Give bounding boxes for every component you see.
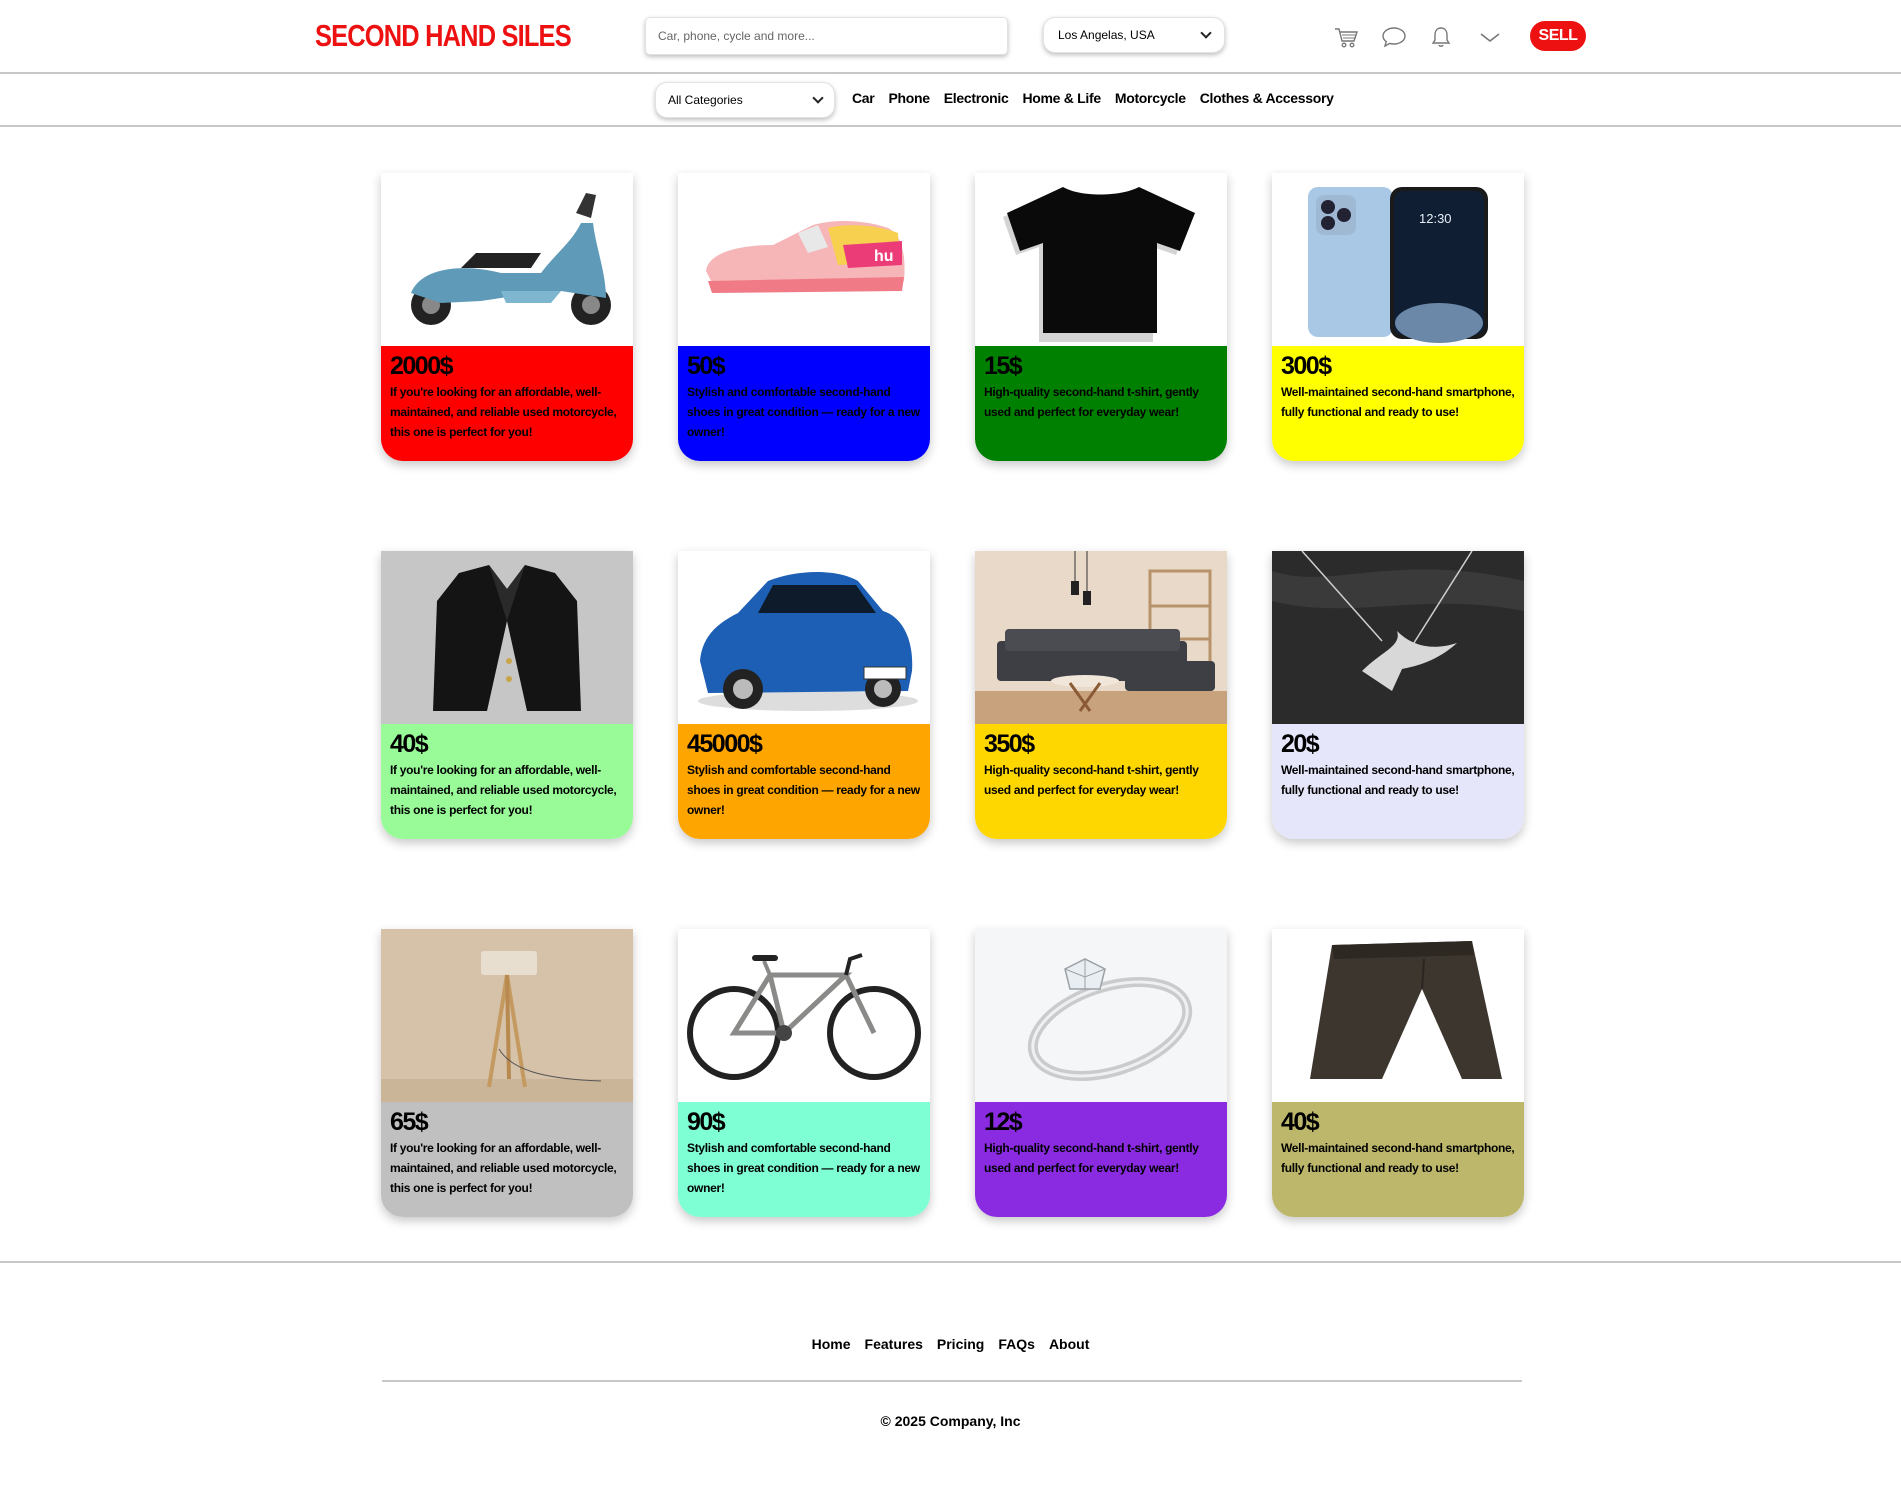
footer-link-features[interactable]: Features [865, 1336, 923, 1352]
product-info: 15$ High-quality second-hand t-shirt, ge… [975, 346, 1227, 461]
product-description: Well-maintained second-hand smartphone, … [1281, 1141, 1515, 1175]
product-description: High-quality second-hand t-shirt, gently… [984, 763, 1199, 797]
site-logo[interactable]: SECOND HAND SILES [315, 18, 572, 54]
footer-separator [382, 1380, 1522, 1382]
product-card[interactable]: 12:30 300$ Well-maintained second-hand s… [1272, 173, 1524, 461]
footer-nav: Home Features Pricing FAQs About [0, 1336, 1901, 1352]
product-info: 12$ High-quality second-hand t-shirt, ge… [975, 1102, 1227, 1217]
product-image-ring [975, 929, 1227, 1102]
svg-text:hu: hu [874, 248, 894, 265]
footer-link-faqs[interactable]: FAQs [998, 1336, 1035, 1352]
product-description: Well-maintained second-hand smartphone, … [1281, 385, 1515, 419]
product-image-necklace [1272, 551, 1524, 724]
product-description: High-quality second-hand t-shirt, gently… [984, 1141, 1199, 1175]
product-info: 65$ If you're looking for an affordable,… [381, 1102, 633, 1217]
product-description: If you're looking for an affordable, wel… [390, 385, 617, 439]
product-price: 15$ [984, 352, 1023, 380]
product-price: 40$ [1281, 1108, 1320, 1136]
product-price: 40$ [390, 730, 429, 758]
chevron-down-icon[interactable] [1477, 25, 1503, 49]
copyright-text: © 2025 Company, Inc [880, 1413, 1021, 1429]
category-link-home-life[interactable]: Home & Life [1022, 90, 1101, 106]
product-card[interactable]: 45000$ Stylish and comfortable second-ha… [678, 551, 930, 839]
product-image-blazer [381, 551, 633, 724]
product-card[interactable]: 90$ Stylish and comfortable second-hand … [678, 929, 930, 1217]
product-card[interactable]: 40$ If you're looking for an affordable,… [381, 551, 633, 839]
category-link-electronic[interactable]: Electronic [944, 90, 1009, 106]
category-link-car[interactable]: Car [852, 90, 875, 106]
product-card[interactable]: 65$ If you're looking for an affordable,… [381, 929, 633, 1217]
product-price: 50$ [687, 352, 726, 380]
product-price: 350$ [984, 730, 1035, 758]
product-price: 2000$ [390, 352, 454, 380]
footer-divider [0, 1261, 1901, 1263]
category-select[interactable]: All Categories [655, 82, 835, 118]
sell-button[interactable]: SELL [1530, 21, 1586, 51]
product-image-sneaker: hu [678, 173, 930, 346]
location-select[interactable]: Los Angelas, USA [1043, 17, 1225, 53]
product-card[interactable]: 2000$ If you're looking for an affordabl… [381, 173, 633, 461]
product-description: Well-maintained second-hand smartphone, … [1281, 763, 1515, 797]
product-image-car [678, 551, 930, 724]
product-info: 45000$ Stylish and comfortable second-ha… [678, 724, 930, 839]
footer-link-home[interactable]: Home [812, 1336, 851, 1352]
product-image-scooter [381, 173, 633, 346]
product-info: 2000$ If you're looking for an affordabl… [381, 346, 633, 461]
category-links: Car Phone Electronic Home & Life Motorcy… [852, 90, 1334, 106]
chevron-down-icon [1200, 27, 1212, 39]
product-price: 90$ [687, 1108, 726, 1136]
product-price: 300$ [1281, 352, 1332, 380]
footer-link-about[interactable]: About [1049, 1336, 1089, 1352]
product-card[interactable]: 40$ Well-maintained second-hand smartpho… [1272, 929, 1524, 1217]
product-card[interactable]: 20$ Well-maintained second-hand smartpho… [1272, 551, 1524, 839]
product-info: 300$ Well-maintained second-hand smartph… [1272, 346, 1524, 461]
product-info: 20$ Well-maintained second-hand smartpho… [1272, 724, 1524, 839]
product-info: 350$ High-quality second-hand t-shirt, g… [975, 724, 1227, 839]
product-price: 12$ [984, 1108, 1023, 1136]
product-info: 40$ If you're looking for an affordable,… [381, 724, 633, 839]
bell-icon[interactable] [1428, 25, 1454, 49]
svg-text:12:30: 12:30 [1419, 211, 1452, 226]
footer-link-pricing[interactable]: Pricing [937, 1336, 984, 1352]
product-price: 45000$ [687, 730, 763, 758]
category-select-value: All Categories [668, 93, 743, 107]
product-card[interactable]: 350$ High-quality second-hand t-shirt, g… [975, 551, 1227, 839]
product-price: 65$ [390, 1108, 429, 1136]
cart-icon[interactable] [1333, 25, 1359, 49]
product-card[interactable]: 12$ High-quality second-hand t-shirt, ge… [975, 929, 1227, 1217]
product-info: 40$ Well-maintained second-hand smartpho… [1272, 1102, 1524, 1217]
product-description: If you're looking for an affordable, wel… [390, 1141, 617, 1195]
category-link-motorcycle[interactable]: Motorcycle [1115, 90, 1186, 106]
product-price: 20$ [1281, 730, 1320, 758]
category-link-clothes[interactable]: Clothes & Accessory [1200, 90, 1334, 106]
chevron-down-icon [812, 92, 824, 104]
product-image-t-shirt [975, 173, 1227, 346]
product-description: High-quality second-hand t-shirt, gently… [984, 385, 1199, 419]
product-card[interactable]: hu 50$ Stylish and comfortable second-ha… [678, 173, 930, 461]
product-description: Stylish and comfortable second-hand shoe… [687, 1141, 920, 1195]
product-image-bicycle [678, 929, 930, 1102]
product-info: 50$ Stylish and comfortable second-hand … [678, 346, 930, 461]
product-description: If you're looking for an affordable, wel… [390, 763, 617, 817]
product-info: 90$ Stylish and comfortable second-hand … [678, 1102, 930, 1217]
product-image-smartphone: 12:30 [1272, 173, 1524, 346]
product-description: Stylish and comfortable second-hand shoe… [687, 385, 920, 439]
product-image-pants [1272, 929, 1524, 1102]
search-input[interactable] [645, 17, 1008, 55]
chat-icon[interactable] [1381, 25, 1407, 49]
product-image-floor-lamp [381, 929, 633, 1102]
product-description: Stylish and comfortable second-hand shoe… [687, 763, 920, 817]
category-bar: All Categories Car Phone Electronic Home… [0, 74, 1901, 127]
category-link-phone[interactable]: Phone [888, 90, 930, 106]
location-value: Los Angelas, USA [1058, 28, 1155, 42]
product-image-sofa [975, 551, 1227, 724]
product-card[interactable]: 15$ High-quality second-hand t-shirt, ge… [975, 173, 1227, 461]
top-header: SECOND HAND SILES Los Angelas, USA SELL [0, 0, 1901, 74]
